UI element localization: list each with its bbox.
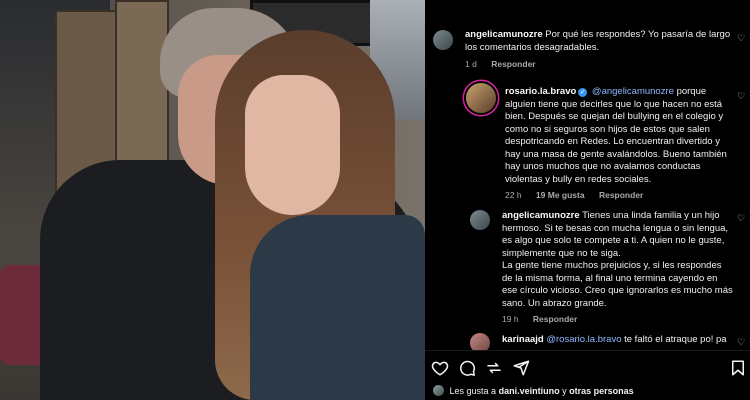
comment-body: angelicamunozre Tienes una linda familia…: [502, 210, 734, 310]
comment-username[interactable]: angelicamunozre: [465, 29, 543, 40]
like-heart-icon[interactable]: ♡: [737, 34, 746, 43]
comment-username[interactable]: angelicamunozre: [502, 210, 580, 221]
like-heart-icon[interactable]: ♡: [737, 338, 746, 347]
likes-prefix: Les gusta a: [449, 386, 497, 396]
avatar[interactable]: [470, 210, 490, 230]
comment-meta: 22 h 19 Me gusta Responder: [505, 190, 643, 200]
comment-body: rosario.la.bravo ✓ @angelicamunozre porqu…: [505, 86, 733, 186]
comment-text: porque alguien tiene que decirles que lo…: [505, 86, 727, 185]
comments-panel[interactable]: angelicamunozre Por qué les respondes? Y…: [425, 0, 750, 400]
photo-woman-coat: [250, 215, 425, 400]
comment-username[interactable]: karinaajd: [502, 334, 544, 345]
reply-button[interactable]: Responder: [491, 59, 535, 69]
comment-text-continued: La gente tiene muchos prejuicios y, si l…: [502, 260, 733, 309]
likes-count[interactable]: 19 Me gusta: [536, 190, 585, 200]
heart-icon[interactable]: [431, 359, 449, 377]
likes-user[interactable]: dani.veintiuno: [499, 386, 560, 396]
comment-meta: 19 h Responder: [502, 314, 577, 324]
comment-mention[interactable]: @angelicamunozre: [592, 86, 674, 97]
comment-text: te faltó el atraque po! pa: [624, 334, 727, 345]
comment-time: 19 h: [502, 314, 519, 324]
action-bar: Les gusta a dani.veintiuno y otras perso…: [425, 350, 750, 400]
likes-others[interactable]: otras personas: [569, 386, 634, 396]
comment-username[interactable]: rosario.la.bravo: [505, 86, 576, 97]
comment-icon[interactable]: [458, 359, 476, 377]
like-heart-icon[interactable]: ♡: [737, 214, 746, 223]
likes-summary[interactable]: Les gusta a dani.veintiuno y otras perso…: [433, 385, 634, 396]
comment-time: 1 d: [465, 59, 477, 69]
comment-body: angelicamunozre Por qué les respondes? Y…: [465, 29, 735, 54]
avatar: [433, 385, 444, 396]
reply-button[interactable]: Responder: [599, 190, 643, 200]
send-icon[interactable]: [512, 359, 530, 377]
comment-mention[interactable]: @rosario.la.bravo: [546, 334, 621, 345]
photo-woman-face: [245, 75, 340, 215]
verified-icon: ✓: [578, 88, 588, 97]
avatar[interactable]: [433, 30, 453, 50]
comment-body: karinaajd @rosario.la.bravo te faltó el …: [502, 334, 742, 347]
reply-button[interactable]: Responder: [533, 314, 577, 324]
avatar[interactable]: [466, 83, 496, 113]
likes-joiner: y: [562, 386, 567, 396]
like-heart-icon[interactable]: ♡: [737, 92, 746, 101]
post-photo[interactable]: [0, 0, 425, 400]
comment-time: 22 h: [505, 190, 522, 200]
bookmark-icon[interactable]: [729, 359, 747, 377]
share-icon[interactable]: [485, 359, 503, 377]
comment-meta: 1 d Responder: [465, 59, 536, 69]
